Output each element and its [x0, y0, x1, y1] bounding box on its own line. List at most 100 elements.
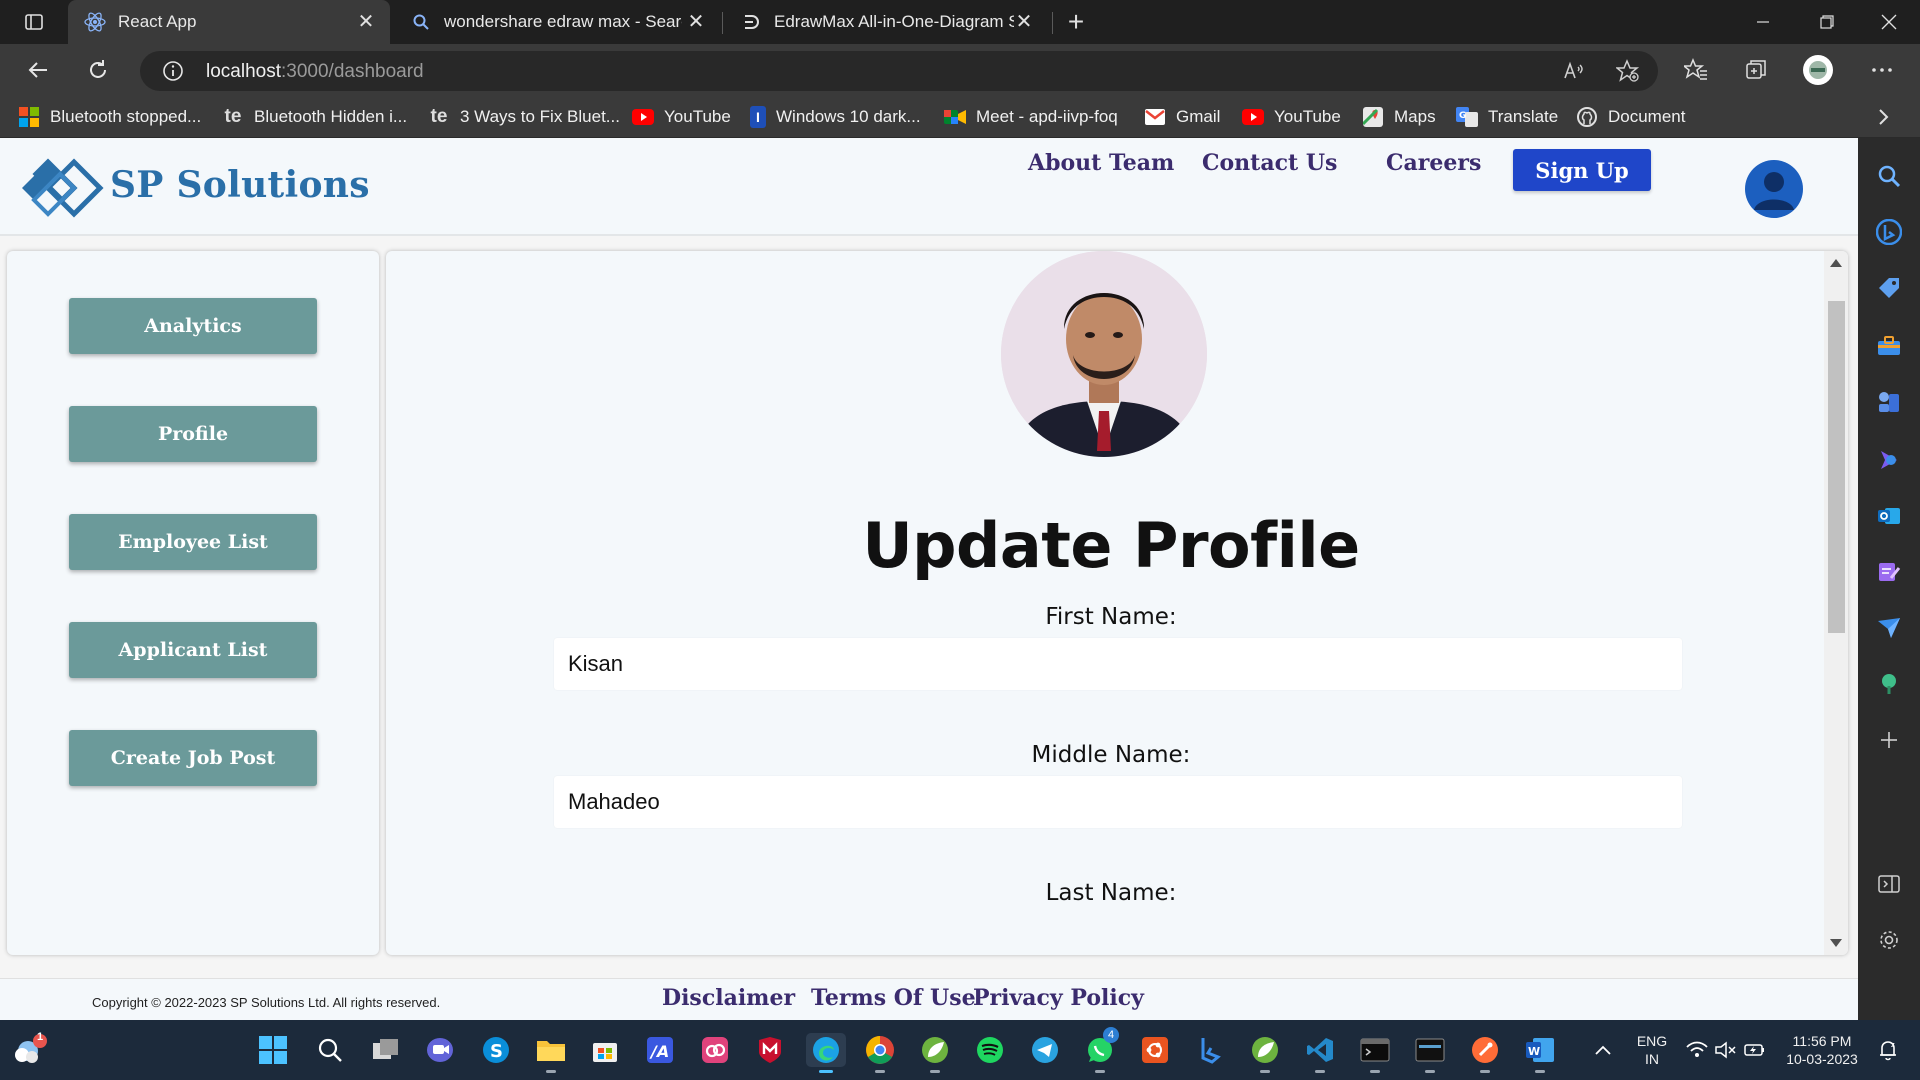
shopping-tag-icon[interactable] — [1875, 274, 1903, 302]
scrollbar[interactable] — [1824, 251, 1848, 955]
spotify-icon[interactable] — [973, 1033, 1007, 1067]
copilot-icon[interactable] — [1875, 446, 1903, 474]
sign-up-button[interactable]: Sign Up — [1513, 149, 1651, 191]
games-icon[interactable] — [1875, 388, 1903, 416]
editor-icon[interactable] — [1875, 558, 1903, 586]
notification-icon[interactable]: z — [1874, 1033, 1902, 1067]
bookmark-item[interactable]: Bluetooth stopped... — [18, 104, 201, 130]
file-explorer-icon[interactable] — [534, 1033, 568, 1073]
bookmark-item[interactable]: Gmail — [1144, 104, 1220, 130]
spring-tool-icon[interactable] — [918, 1033, 952, 1073]
bookmark-item[interactable]: YouTube — [632, 104, 731, 130]
footer-link-terms[interactable]: Terms Of Use — [811, 985, 976, 1011]
sidebar-item-profile[interactable]: Profile — [69, 406, 317, 462]
close-icon[interactable]: ✕ — [686, 11, 706, 33]
search-icon[interactable] — [313, 1033, 347, 1067]
bookmark-item[interactable]: te Bluetooth Hidden i... — [222, 104, 408, 130]
bookmark-item[interactable]: I Windows 10 dark... — [750, 104, 921, 130]
logo-icon[interactable] — [18, 152, 104, 222]
sidebar-item-create-job-post[interactable]: Create Job Post — [69, 730, 317, 786]
bookmark-item[interactable]: G Translate — [1456, 104, 1558, 130]
send-icon[interactable] — [1875, 614, 1903, 642]
creative-cloud-icon[interactable] — [698, 1033, 732, 1067]
brand-name[interactable]: SP Solutions — [110, 164, 370, 206]
mcafee-icon[interactable] — [753, 1033, 787, 1067]
scrollbar-thumb[interactable] — [1828, 301, 1845, 633]
add-favorite-icon[interactable] — [1614, 57, 1642, 85]
new-tab-button[interactable]: + — [1050, 0, 1102, 44]
adobe-acrobat-icon[interactable]: /A — [643, 1033, 677, 1067]
ubuntu-icon[interactable] — [1138, 1033, 1172, 1067]
collections-icon[interactable] — [1742, 56, 1770, 84]
chevron-right-icon[interactable] — [1876, 104, 1890, 130]
favorites-icon[interactable] — [1682, 56, 1710, 84]
bookmark-item[interactable]: Maps — [1362, 104, 1436, 130]
chevron-up-icon[interactable] — [1586, 1033, 1620, 1067]
back-arrow-icon[interactable] — [20, 52, 56, 88]
spring-tool-icon[interactable] — [1248, 1033, 1282, 1073]
bookmark-item[interactable]: te 3 Ways to Fix Bluet... — [428, 104, 620, 130]
search-icon[interactable] — [1875, 162, 1903, 190]
nav-careers[interactable]: Careers — [1386, 150, 1481, 176]
skype-icon[interactable]: S — [479, 1033, 513, 1067]
close-icon[interactable]: ✕ — [356, 11, 376, 33]
minimize-icon[interactable] — [1736, 0, 1790, 44]
more-options-icon[interactable] — [1868, 56, 1896, 84]
sidebar-item-employee-list[interactable]: Employee List — [69, 514, 317, 570]
read-aloud-icon[interactable] — [1560, 57, 1588, 85]
whatsapp-icon[interactable]: 4 — [1083, 1027, 1119, 1073]
tab-actions-icon[interactable] — [6, 0, 62, 44]
profile-avatar-icon[interactable] — [1802, 54, 1834, 86]
nav-about-team[interactable]: About Team — [1028, 150, 1174, 176]
url-text[interactable]: localhost:3000/dashboard — [206, 61, 424, 83]
scroll-down-arrow-icon[interactable] — [1830, 939, 1842, 947]
site-info-icon[interactable] — [162, 60, 184, 82]
start-icon[interactable] — [256, 1033, 290, 1067]
tab-react-app[interactable]: React App ✕ — [68, 0, 390, 44]
clock[interactable]: 11:56 PM 10-03-2023 — [1776, 1032, 1868, 1068]
system-tray-quick-settings[interactable] — [1680, 1033, 1772, 1067]
scroll-up-arrow-icon[interactable] — [1830, 259, 1842, 267]
sidebar-item-analytics[interactable]: Analytics — [69, 298, 317, 354]
outlook-icon[interactable] — [1875, 502, 1903, 530]
nav-contact-us[interactable]: Contact Us — [1202, 150, 1337, 176]
middle-name-input[interactable] — [554, 776, 1682, 828]
word-icon[interactable]: W — [1523, 1033, 1557, 1073]
teams-chat-icon[interactable] — [423, 1033, 457, 1067]
store-icon[interactable] — [588, 1033, 622, 1067]
footer-link-privacy[interactable]: Privacy Policy — [973, 985, 1144, 1011]
tools-icon[interactable] — [1875, 332, 1903, 360]
weather-widget-icon[interactable]: 1 — [10, 1031, 50, 1067]
bing-chat-icon[interactable] — [1875, 218, 1903, 246]
chrome-icon[interactable] — [863, 1033, 897, 1073]
bing-icon[interactable] — [1193, 1033, 1227, 1067]
user-avatar[interactable] — [1745, 160, 1803, 218]
input-language[interactable]: ENG IN — [1630, 1032, 1674, 1068]
sidebar-item-applicant-list[interactable]: Applicant List — [69, 622, 317, 678]
bookmark-item[interactable]: Document — [1576, 104, 1685, 130]
mysql-shell-icon[interactable] — [1413, 1033, 1447, 1073]
telegram-icon[interactable] — [1028, 1033, 1062, 1067]
refresh-icon[interactable] — [80, 52, 116, 88]
footer-link-disclaimer[interactable]: Disclaimer — [662, 985, 795, 1011]
edge-icon[interactable] — [806, 1033, 846, 1073]
bookmark-item[interactable]: Meet - apd-iivp-foq — [944, 104, 1118, 130]
tab-edrawmax[interactable]: EdrawMax All-in-One-Diagram S ✕ — [724, 0, 1048, 44]
page-title: Update Profile — [862, 509, 1360, 582]
address-bar[interactable]: localhost:3000/dashboard — [140, 51, 1658, 91]
tree-icon[interactable] — [1875, 670, 1903, 698]
task-view-icon[interactable] — [369, 1033, 403, 1067]
tab-edraw-search[interactable]: wondershare edraw max - Search ✕ — [394, 0, 720, 44]
first-name-input[interactable] — [554, 638, 1682, 690]
terminal-icon[interactable] — [1358, 1033, 1392, 1073]
postman-icon[interactable] — [1468, 1033, 1502, 1073]
vscode-icon[interactable] — [1303, 1033, 1337, 1073]
close-icon[interactable]: ✕ — [1014, 11, 1034, 33]
close-window-icon[interactable] — [1862, 0, 1916, 44]
restore-icon[interactable] — [1800, 0, 1854, 44]
bookmark-item[interactable]: YouTube — [1242, 104, 1341, 130]
add-icon[interactable] — [1875, 726, 1903, 754]
profile-photo[interactable] — [1001, 251, 1207, 457]
gear-icon[interactable] — [1875, 926, 1903, 954]
hide-sidebar-icon[interactable] — [1875, 870, 1903, 898]
